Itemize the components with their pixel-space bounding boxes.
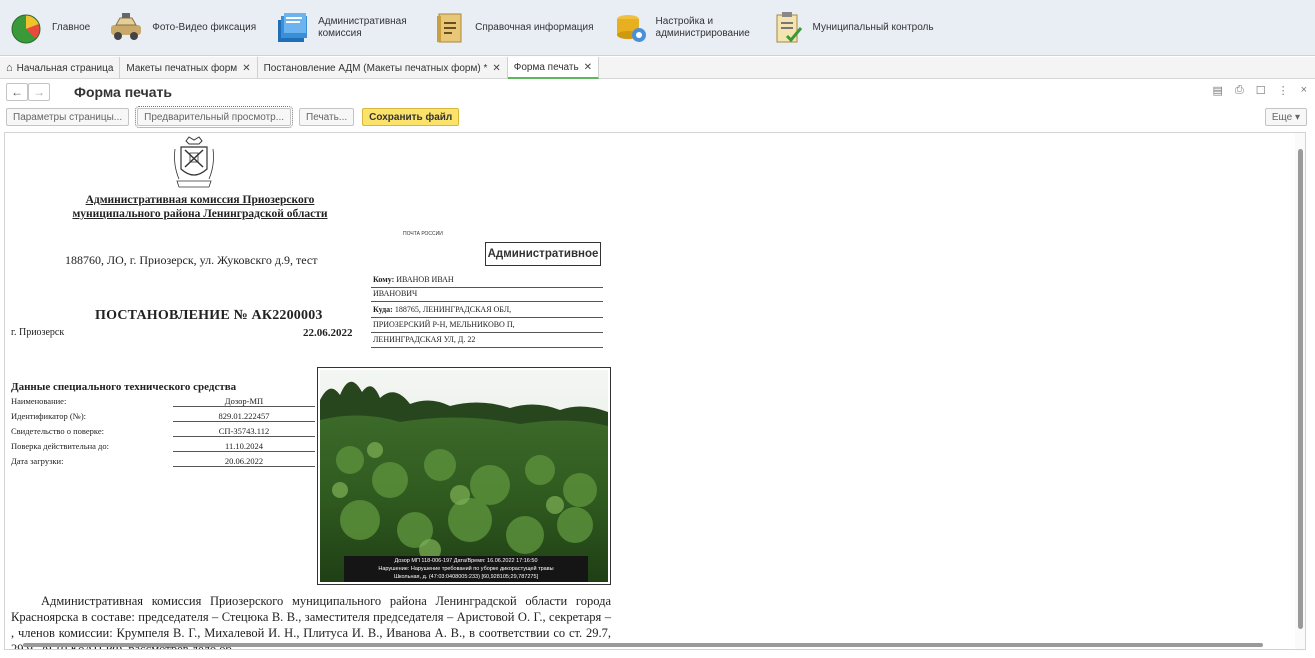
folder-stack-icon [274,10,310,46]
vegetation-photo-image [320,370,608,582]
checklist-icon [769,10,805,46]
close-icon[interactable]: ✕ [242,63,250,74]
organization-name: Административная комиссия Приозерского м… [72,194,328,220]
device-row: Идентификатор (№): 829.01.222457 [11,411,315,423]
form-header: ← → Форма печать ▤ ⎙ ☐ ⋮ × [0,80,1315,104]
car-icon [108,10,144,46]
forward-button[interactable]: → [28,83,50,101]
arrow-left-icon: ← [11,85,23,99]
recipient-to: Кому: ИВАНОВ ИВАН [373,275,454,284]
recipient-where-line2: ПРИОЗЕРСКИЙ Р-Н, МЕЛЬНИКОВО П, [373,320,515,329]
print-button[interactable]: Печать... [299,108,355,126]
form-toolbar: Параметры страницы... Предварительный пр… [0,106,1315,128]
violation-photo: Дозор МП 118-006-197 Дата/Время: 16.06.2… [317,367,611,585]
recipient-where-line3: ЛЕНИНГРАДСКАЯ УЛ, Д. 22 [373,335,476,344]
page-title: Форма печать [74,84,172,100]
device-section-title: Данные специального технического средств… [11,381,237,393]
scrollbar-thumb[interactable] [23,643,1263,647]
section-admin-commission[interactable]: Административная комиссия [274,0,413,56]
print-icon[interactable]: ⎙ [1235,84,1244,97]
back-button[interactable]: ← [6,83,28,101]
device-row: Поверка действительна до: 11.10.2024 [11,441,315,453]
stamp-box: Административное [485,242,601,266]
device-row: Наименование: Дозор-МП [11,396,315,408]
device-row: Дата загрузки: 20.06.2022 [11,456,315,468]
recipient-to-line2: ИВАНОВИЧ [373,289,418,298]
decision-date: 22.06.2022 [303,327,353,339]
section-photo-video[interactable]: Фото-Видео фиксация [108,0,256,56]
tab-print-form[interactable]: Форма печать ✕ [507,57,600,79]
chart-pie-icon [8,10,44,46]
chevron-down-icon: ▾ [1294,111,1300,123]
close-icon[interactable]: ✕ [492,63,500,74]
section-main[interactable]: Главное [8,0,90,56]
recipient-where: Куда: 188765, ЛЕНИНГРАДСКАЯ ОБЛ, [373,305,512,314]
open-tabs-bar: ⌂ Начальная страница Макеты печатных фор… [0,57,1315,79]
section-panel: Главное Фото-Видео фиксация Администрати… [0,0,1315,56]
section-reference-info[interactable]: Справочная информация [431,0,594,56]
vertical-scrollbar[interactable] [1295,133,1305,649]
decision-city: г. Приозерск [11,327,65,338]
save-file-button[interactable]: Сохранить файл [362,108,460,126]
close-icon[interactable]: × [1301,84,1307,97]
home-icon: ⌂ [6,62,13,74]
page-params-button[interactable]: Параметры страницы... [6,108,130,126]
section-settings-admin[interactable]: Настройка и администрирование [612,0,751,56]
reference-book-icon [431,10,467,46]
tab-home[interactable]: ⌂ Начальная страница [0,57,121,79]
device-row: Свидетельство о поверке: СП-35743.112 [11,426,315,438]
preview-icon[interactable]: ☐ [1256,84,1266,97]
decision-title: ПОСТАНОВЛЕНИЕ № АК2200003 [95,308,323,323]
scrollbar-thumb[interactable] [1298,149,1303,629]
close-icon[interactable]: ✕ [584,62,592,73]
save-icon[interactable]: ▤ [1212,84,1222,97]
horizontal-scrollbar[interactable] [5,641,1297,649]
settings-db-icon [612,10,648,46]
arrow-right-icon: → [33,85,45,99]
tab-print-templates[interactable]: Макеты печатных форм ✕ [120,57,258,79]
tab-adm-decision[interactable]: Постановление АДМ (Макеты печатных форм)… [258,57,508,79]
more-vert-icon[interactable]: ⋮ [1278,84,1289,97]
document-viewer[interactable]: Административная комиссия Приозерского м… [4,132,1306,650]
preview-button[interactable]: Предварительный просмотр... [135,106,294,128]
post-label: ПОЧТА РОССИИ [403,231,443,237]
more-button[interactable]: Еще ▾ [1264,108,1307,126]
section-municipal-control[interactable]: Муниципальный контроль [769,0,934,56]
sender-address: 188760, ЛО, г. Приозерск, ул. Жуковскго … [65,253,318,267]
coat-of-arms-icon [171,135,217,189]
photo-caption: Дозор МП 118-006-197 Дата/Время: 16.06.2… [344,556,588,582]
